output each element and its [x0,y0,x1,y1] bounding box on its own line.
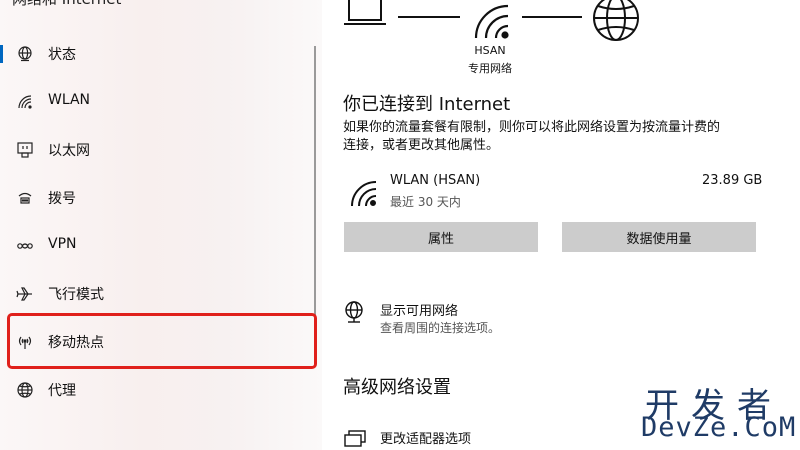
watermark-logo-bottom: DevZe.CoM [641,412,797,443]
sidebar-title: 网络和 Internet [12,0,121,9]
sidebar-item-label: 飞行模式 [48,287,104,303]
globe-network-icon [345,301,363,323]
data-usage-button[interactable]: 数据使用量 [562,222,756,252]
sidebar-item-label: 代理 [48,383,76,399]
laptop-icon [344,0,386,25]
properties-button[interactable]: 属性 [344,222,538,252]
sidebar-item-label: WLAN [48,92,91,108]
wifi-connection-icon [351,181,377,207]
sidebar-item-label: 以太网 [48,143,90,159]
change-adapter-link[interactable]: 更改适配器选项 [342,426,662,450]
wifi-icon [18,95,32,109]
connection-line [522,16,582,18]
sidebar-item-label: 状态 [48,47,76,63]
sidebar-item-wlan[interactable]: WLAN [0,82,310,122]
adapter-title: 更改适配器选项 [380,432,472,447]
dialup-icon [18,192,32,204]
sidebar-item-label: VPN [48,236,77,252]
highlight-box [7,313,317,369]
wifi-network-icon [474,4,509,39]
vpn-icon [17,243,33,249]
connection-period: 最近 30 天内 [390,195,461,209]
show-networks-subtitle: 查看周围的连接选项。 [380,321,501,335]
airplane-icon [16,287,32,301]
connection-name: WLAN (HSAN) [390,173,481,188]
show-networks-title: 显示可用网络 [380,304,459,319]
adapter-icon [344,430,366,447]
sidebar-item-airplane-mode[interactable]: 飞行模式 [0,274,310,314]
globe-icon [17,382,33,398]
sidebar-item-status[interactable]: 状态 [0,34,310,74]
connection-line [398,16,460,18]
advanced-heading: 高级网络设置 [343,377,451,398]
ethernet-icon [17,142,33,158]
status-heading: 你已连接到 Internet [343,94,511,115]
internet-globe-icon [593,0,639,41]
sidebar-item-dialup[interactable]: 拨号 [0,178,310,218]
sidebar: 网络和 Internet 状态 WLAN 以太网 拨号 VPN [0,0,322,450]
network-type: 专用网络 [468,62,512,75]
show-networks-link[interactable]: 显示可用网络 查看周围的连接选项。 [342,298,662,338]
sidebar-item-vpn[interactable]: VPN [0,226,310,266]
globe-home-icon [18,46,32,62]
network-name: HSAN [474,44,506,57]
status-description-2: 连接，或者更改其他属性。 [343,138,500,153]
sidebar-item-ethernet[interactable]: 以太网 [0,130,310,170]
sidebar-item-label: 拨号 [48,191,76,207]
connection-usage: 23.89 GB [702,173,763,188]
sidebar-item-proxy[interactable]: 代理 [0,370,310,410]
